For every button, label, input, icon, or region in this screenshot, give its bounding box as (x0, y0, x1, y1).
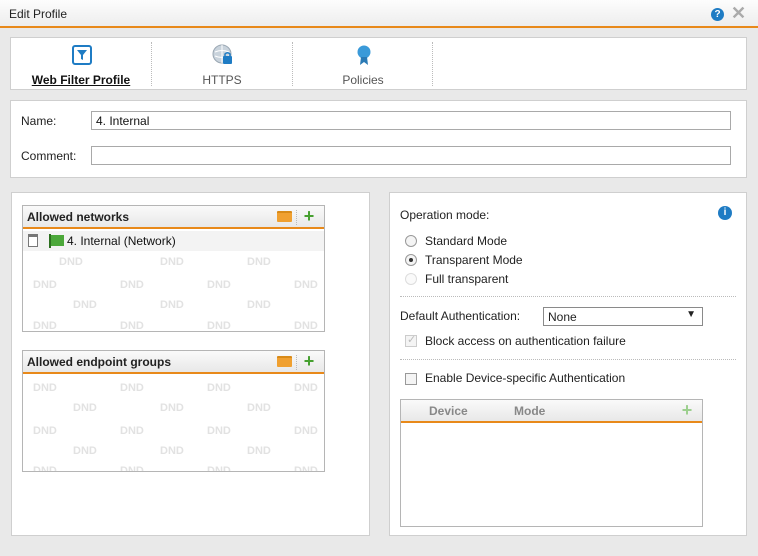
comment-input[interactable] (91, 146, 731, 165)
dnd-watermark: DND (160, 402, 184, 414)
dnd-watermark: DND (207, 382, 231, 394)
allowed-lists-panel: Allowed networks + 4. Internal (Network)… (11, 192, 370, 536)
dnd-watermark: DND (33, 279, 57, 291)
dnd-watermark: DND (33, 425, 57, 437)
close-icon[interactable]: ✕ (731, 4, 746, 22)
name-label: Name: (21, 114, 57, 128)
list-item[interactable]: 4. Internal (Network) (23, 231, 324, 251)
add-device-icon[interactable]: + (679, 401, 695, 419)
allowed-networks-title: Allowed networks (27, 210, 130, 224)
dnd-watermark: DND (120, 320, 144, 332)
name-input[interactable] (91, 111, 731, 130)
dnd-watermark: DND (120, 425, 144, 437)
tab-web-filter-profile[interactable]: Web Filter Profile (11, 42, 151, 87)
tab-https[interactable]: HTTPS (152, 42, 292, 87)
device-specific-auth-label: Enable Device-specific Authentication (425, 371, 626, 385)
dnd-watermark: DND (247, 445, 271, 457)
help-icon[interactable]: ? (711, 8, 724, 21)
dnd-watermark: DND (33, 465, 57, 472)
comment-label: Comment: (21, 149, 77, 163)
folder-icon[interactable] (277, 211, 292, 222)
folder-icon[interactable] (277, 356, 292, 367)
dnd-watermark: DND (160, 445, 184, 457)
info-icon[interactable]: i (718, 206, 732, 220)
radio-transparent-mode[interactable] (405, 254, 417, 266)
network-flag-icon (49, 234, 64, 248)
standard-mode-label: Standard Mode (425, 234, 508, 248)
full-transparent-label: Full transparent (425, 272, 509, 286)
dnd-watermark: DND (73, 299, 97, 311)
dnd-watermark: DND (33, 382, 57, 394)
section-divider (400, 359, 736, 360)
tab-label: HTTPS (202, 73, 242, 87)
allowed-endpoint-groups-header: Allowed endpoint groups + (23, 351, 324, 374)
dnd-watermark: DND (294, 320, 318, 332)
tab-label: Web Filter Profile (31, 73, 131, 87)
dnd-watermark: DND (207, 465, 231, 472)
dnd-watermark: DND (294, 425, 318, 437)
dnd-watermark: DND (120, 465, 144, 472)
dnd-watermark: DND (120, 382, 144, 394)
column-header-device[interactable]: Device (429, 404, 468, 418)
globe-lock-icon (212, 44, 232, 64)
header-divider (296, 210, 297, 225)
device-table-header: Device Mode + (401, 400, 702, 423)
header-divider (296, 355, 297, 370)
profile-form: Name: Comment: (10, 100, 747, 178)
dnd-watermark: DND (33, 320, 57, 332)
dnd-watermark: DND (247, 256, 271, 268)
chevron-down-icon: ▼ (686, 309, 696, 320)
dnd-watermark: DND (207, 425, 231, 437)
transparent-mode-label: Transparent Mode (425, 253, 523, 267)
tab-label: Policies (342, 73, 384, 87)
dnd-watermark: DND (294, 465, 318, 472)
dnd-watermark: DND (160, 299, 184, 311)
default-authentication-select[interactable]: None ▼ (543, 307, 703, 326)
dnd-watermark: DND (160, 256, 184, 268)
dnd-watermark: DND (73, 445, 97, 457)
dnd-watermark: DND (207, 320, 231, 332)
operation-mode-label: Operation mode: (400, 208, 490, 222)
radio-full-transparent[interactable] (405, 273, 417, 285)
tab-bar: Web Filter Profile HTTPS Policies (10, 37, 747, 90)
window-titlebar: Edit Profile ? ✕ (0, 0, 758, 28)
ribbon-icon (357, 45, 371, 65)
network-item-label: 4. Internal (Network) (67, 234, 176, 248)
radio-standard-mode[interactable] (405, 235, 417, 247)
filter-icon (72, 45, 92, 65)
allowed-endpoint-groups-title: Allowed endpoint groups (27, 355, 171, 369)
block-access-label: Block access on authentication failure (425, 334, 626, 348)
allowed-networks-header: Allowed networks + (23, 206, 324, 229)
device-auth-table[interactable]: Device Mode + (400, 399, 703, 527)
default-authentication-label: Default Authentication: (400, 309, 521, 323)
tab-divider (432, 42, 433, 86)
dnd-watermark: DND (120, 279, 144, 291)
dnd-watermark: DND (59, 256, 83, 268)
dnd-watermark: DND (294, 279, 318, 291)
column-header-mode[interactable]: Mode (514, 404, 545, 418)
dnd-watermark: DND (207, 279, 231, 291)
dnd-watermark: DND (247, 299, 271, 311)
dnd-watermark: DND (294, 382, 318, 394)
allowed-endpoint-groups-list[interactable]: Allowed endpoint groups + DND DND DND DN… (22, 350, 325, 472)
trash-icon[interactable] (28, 234, 38, 247)
window-title: Edit Profile (9, 7, 68, 21)
dnd-watermark: DND (73, 402, 97, 414)
allowed-networks-list[interactable]: Allowed networks + 4. Internal (Network)… (22, 205, 325, 332)
device-specific-auth-checkbox[interactable] (405, 373, 417, 385)
settings-panel: Operation mode: i Standard Mode Transpar… (389, 192, 747, 536)
default-authentication-value: None (548, 310, 577, 324)
section-divider (400, 296, 736, 297)
add-network-icon[interactable]: + (301, 207, 317, 225)
tab-policies[interactable]: Policies (293, 42, 433, 87)
dnd-watermark: DND (247, 402, 271, 414)
block-access-checkbox[interactable] (405, 333, 417, 347)
add-endpoint-group-icon[interactable]: + (301, 352, 317, 370)
